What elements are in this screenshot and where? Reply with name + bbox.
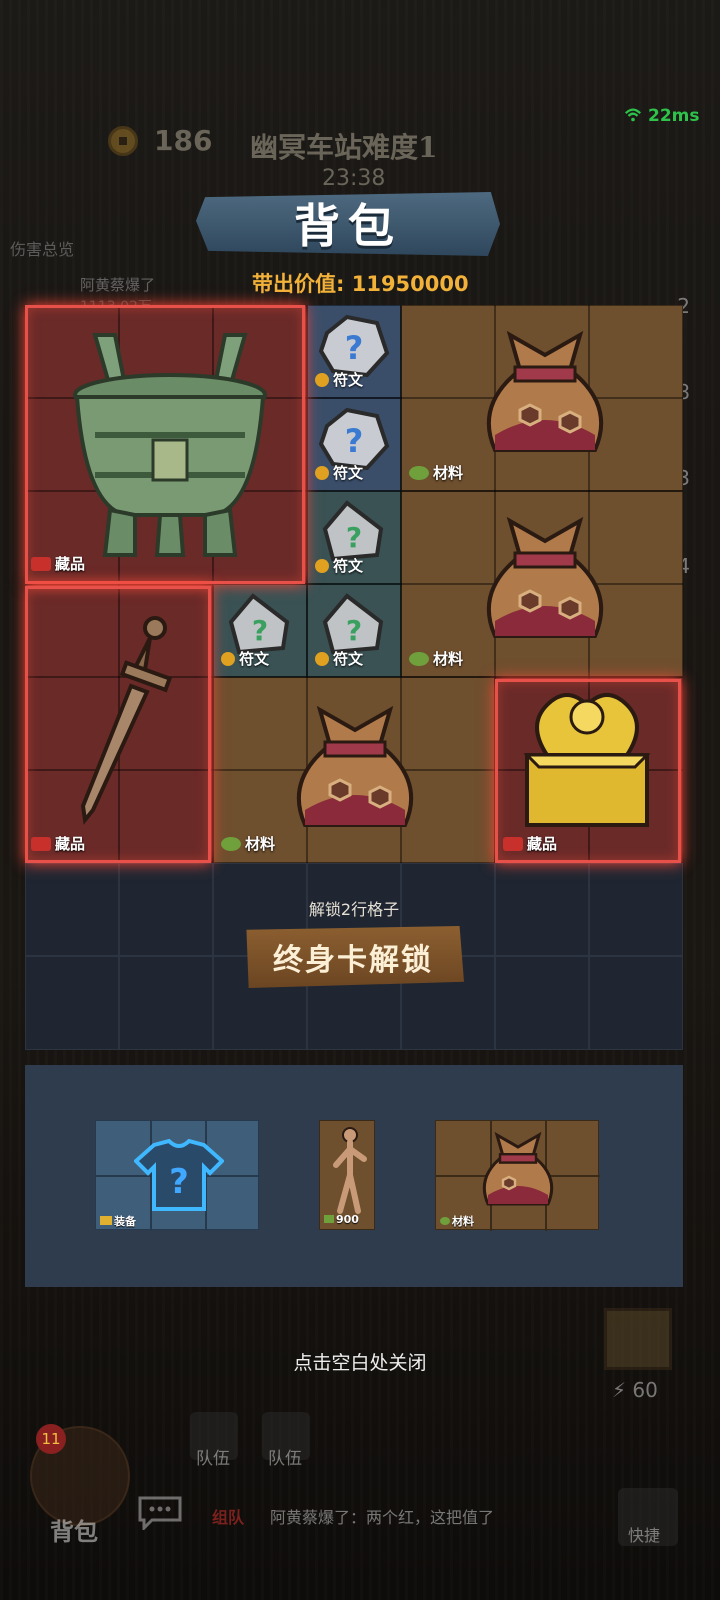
- backpack-title: 背包: [294, 199, 402, 253]
- equipment-panel: ? 装备 900 材料: [25, 1065, 683, 1287]
- rune-tag: 符文: [315, 555, 363, 576]
- stage-title: 幽冥车站难度1: [250, 131, 438, 164]
- material-bag-icon: [296, 705, 414, 827]
- material-bag-icon: [486, 516, 604, 638]
- tag-label: 藏品: [55, 835, 86, 853]
- material-bag-icon: [482, 1131, 554, 1206]
- team-label: 队伍: [268, 1449, 302, 1469]
- unlock-description: 解锁2行格子: [308, 900, 400, 919]
- svg-text:?: ?: [252, 614, 268, 647]
- mannequin-tag: 900: [324, 1213, 359, 1226]
- rune-tag-icon: [315, 465, 329, 480]
- backpack-label: 背包: [50, 1517, 98, 1546]
- timer: 23:38: [322, 166, 386, 191]
- green-value-icon: [324, 1215, 334, 1223]
- ping: 22ms: [648, 106, 700, 126]
- svg-text:?: ?: [346, 614, 362, 647]
- collectible-tag: 藏品: [31, 833, 85, 854]
- tag-label: 藏品: [527, 835, 558, 853]
- svg-text:?: ?: [169, 1162, 189, 1202]
- armor-tag: 装备: [100, 1213, 136, 1229]
- bronze-cauldron-icon: [73, 333, 267, 557]
- energy-value: 60: [632, 1378, 658, 1402]
- kill-message: 阿黄蔡爆了: [80, 276, 156, 294]
- material-tag-icon: [409, 651, 429, 666]
- material-tag: 材料: [221, 833, 275, 854]
- skill-slot[interactable]: [604, 1308, 672, 1370]
- tag-label: 符文: [333, 557, 364, 575]
- material-tag: 材料: [440, 1213, 474, 1229]
- rune-tag-icon: [315, 651, 329, 666]
- tag-label: 装备: [114, 1215, 136, 1228]
- rune-tag: 符文: [221, 648, 269, 669]
- material-bag-slot[interactable]: 材料: [435, 1120, 600, 1231]
- rune-tag-icon: [221, 651, 235, 666]
- material-tag: 材料: [409, 462, 463, 483]
- svg-text:?: ?: [345, 329, 364, 367]
- rune-tag: 符文: [315, 369, 363, 390]
- svg-text:?: ?: [345, 422, 364, 460]
- rune-tag-icon: [315, 372, 329, 387]
- tag-label: 符文: [333, 464, 364, 482]
- tag-label: 材料: [433, 650, 464, 668]
- rune-tag: 符文: [315, 648, 363, 669]
- mannequin-icon: [333, 1127, 367, 1214]
- coin-icon: [108, 126, 138, 156]
- bronze-sword-icon: [80, 616, 173, 825]
- wifi-icon: [625, 108, 641, 122]
- material-tag: 材料: [409, 648, 463, 669]
- coin-count: 186: [154, 124, 213, 157]
- material-tag-icon: [409, 465, 429, 480]
- chat-icon[interactable]: [136, 1494, 184, 1530]
- damage-overview: 伤害总览: [10, 240, 75, 259]
- tag-label: 材料: [245, 835, 276, 853]
- chat-message: 阿黄蔡爆了：两个红，这把值了: [270, 1508, 495, 1527]
- armor-slot[interactable]: ? 装备: [95, 1120, 260, 1231]
- svg-text:?: ?: [346, 521, 362, 554]
- collectible-icon: [31, 556, 51, 571]
- carry-value: 带出价值: 11950000: [252, 268, 469, 298]
- collectible-tag: 藏品: [503, 833, 557, 854]
- golden-seal-icon: [523, 693, 651, 827]
- carry-value-label: 带出价值:: [252, 272, 345, 296]
- tag-label: 材料: [452, 1215, 474, 1228]
- tag-label: 藏品: [55, 555, 86, 573]
- tag-label: 符文: [333, 650, 364, 668]
- team-label: 队伍: [196, 1449, 230, 1469]
- rune-tag-icon: [315, 558, 329, 573]
- collectible-icon: [31, 836, 51, 851]
- collectible-tag: 藏品: [31, 553, 85, 574]
- tag-label: 材料: [433, 464, 464, 482]
- lifetime-card-unlock-button[interactable]: 终身卡解锁: [246, 926, 464, 988]
- equipment-tag-icon: [100, 1216, 112, 1225]
- tag-label: 符文: [333, 371, 364, 389]
- chat-channel: 组队: [212, 1508, 245, 1527]
- material-bag-icon: [486, 330, 604, 452]
- energy-counter: ⚡ 60: [612, 1378, 658, 1402]
- rune-tag: 符文: [315, 462, 363, 483]
- armor-shirt-icon: ?: [134, 1139, 224, 1211]
- material-tag-icon: [440, 1217, 450, 1225]
- tag-label: 符文: [239, 650, 270, 668]
- collectible-icon: [503, 836, 523, 851]
- mannequin-slot[interactable]: 900: [319, 1120, 375, 1230]
- backpack-badge: 11: [36, 1424, 66, 1454]
- tag-label: 900: [336, 1213, 359, 1226]
- material-tag-icon: [221, 836, 241, 851]
- quick-label: 快捷: [628, 1526, 661, 1545]
- carry-value-amount: 11950000: [351, 272, 469, 296]
